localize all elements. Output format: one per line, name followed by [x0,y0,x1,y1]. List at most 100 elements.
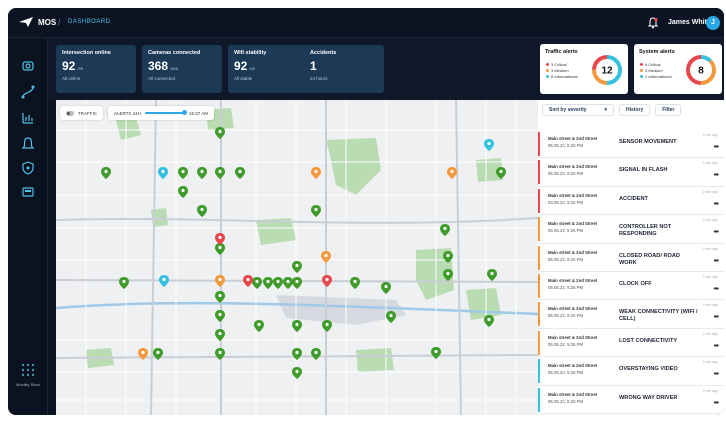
marker-critical [243,275,253,287]
avatar[interactable]: J [706,16,720,30]
list-item[interactable]: Main street & 2nd Street 05.05.22, 5:26 … [538,244,724,272]
kpi-title: Wifi stability [234,50,267,56]
alert-event: SIGNAL IN FLASH [619,167,668,174]
severity-bar [538,160,540,185]
route-icon[interactable] [20,84,36,100]
more-icon[interactable]: ••• [714,343,719,350]
kpi-sub: All stable [234,76,253,81]
traffic-alerts-card[interactable]: Traffic alerts 3 Critical 3 Medium 6 Inf… [540,44,628,94]
marker-ok [215,167,225,179]
more-icon[interactable]: ••• [714,229,719,236]
kpi-title: Intersection online [62,50,111,56]
alert-bell-icon[interactable] [20,136,36,152]
more-icon[interactable]: ••• [714,400,719,407]
intersection-icon[interactable] [20,58,36,74]
alert-ago: 2 min ago [702,161,718,166]
list-item[interactable]: Main street & 2nd Street 05.05.22, 5:26 … [538,329,724,358]
list-item[interactable]: Main street & 2nd Street 05.05.22, 5:26 … [538,386,724,414]
marker-ok [381,282,391,294]
alert-event: LOST CONNECTIVITY [619,337,678,344]
severity-bar [538,188,540,213]
marker-ok [443,269,453,281]
kpi-value: 1 [310,59,317,73]
marker-ok [263,277,273,289]
list-item[interactable]: Main street & 2nd Street 05.05.22, 5:26 … [538,300,724,329]
sort-dropdown[interactable]: Sort by severity ▾ [542,104,614,116]
list-item[interactable]: Main street & 2nd Street 05.05.22, 5:26 … [538,158,724,187]
list-item[interactable]: Main street & 2nd Street 03.05.22, 5:26 … [538,187,724,216]
logo[interactable]: MOS [18,16,56,28]
list-item[interactable]: Main street & 2nd Street 05.05.22, 5:26 … [538,357,724,386]
kpi-value: 92/95 [62,59,83,73]
system-alerts-card[interactable]: System alerts 4 Critical 3 Medium 1 Info… [634,44,722,94]
more-icon[interactable]: ••• [714,172,719,179]
marker-info [159,275,169,287]
more-icon[interactable]: ••• [714,144,719,151]
alert-ago: 2 min ago [702,189,718,194]
kpi-accidents[interactable]: Accidents 1 24 hours [304,45,384,93]
donut-count: 12 [601,66,613,77]
marker-medium [321,251,331,263]
list-item[interactable]: Main street & 2nd Street 05.05.22, 5:26 … [538,272,724,301]
marker-ok [252,277,262,289]
alert-location: Main street & 2nd Street [548,192,598,198]
alert-event: SENSOR MOVEMENT [619,139,677,145]
alert-ago: 2 min ago [702,331,718,336]
system-alerts-donut: 8 [686,55,716,85]
marker-info [484,139,494,151]
marker-ok [440,224,450,236]
kpi-intersections[interactable]: Intersection online 92/95 All online [56,45,136,93]
alert-ago: 2 min ago [702,360,718,365]
marker-ok [215,291,225,303]
severity-bar [538,330,540,355]
marker-ok [215,329,225,341]
marker-info [158,167,168,179]
app-name: MOS [38,17,57,27]
marker-ok [215,348,225,360]
legend: 3 Critical 3 Medium 6 Informational [546,62,577,80]
kpi-value: 92/95 [234,59,255,73]
alert-ago: 2 min ago [702,218,718,223]
traffic-alerts-donut: 12 [592,55,622,85]
marker-ok [292,348,302,360]
more-icon[interactable]: ••• [714,371,719,378]
bell-icon[interactable] [648,17,658,29]
alert-event: WRONG WAY DRIVER [619,394,678,401]
marker-ok [283,277,293,289]
more-icon[interactable]: ••• [714,286,719,293]
marker-ok [386,311,396,323]
marker-ok [431,347,441,359]
marker-ok [311,205,321,217]
alert-event: WEAK CONNECTIVITY (WIFI / CELL) [619,309,698,323]
alert-datetime: 05.05.22, 5:26 PM [548,228,584,234]
alert-datetime: 05.05.22, 5:26 PM [548,313,584,319]
list-item[interactable]: Main street & 2nd Street 05.05.22, 5:26 … [538,215,724,244]
alert-location: Main street & 2nd Street [548,334,598,340]
more-icon[interactable]: ••• [714,258,719,265]
apps-grid-icon[interactable] [21,363,35,377]
filter-button[interactable]: Filter [655,104,682,116]
list-item[interactable]: Main street & 2nd Street 05.05.22, 5:26 … [538,130,724,159]
marker-medium [138,348,148,360]
marker-ok [197,205,207,217]
shield-icon[interactable] [20,160,36,176]
camera-icon[interactable] [20,184,36,200]
chart-icon[interactable] [20,110,36,126]
marker-ok [215,310,225,322]
more-icon[interactable]: ••• [714,201,719,208]
more-icon[interactable]: ••• [714,314,719,321]
alert-ago: 2 min ago [702,303,718,308]
user-name[interactable]: James White [668,19,711,26]
history-button[interactable]: History [619,104,651,116]
alert-datetime: 03.05.22, 5:26 PM [548,199,584,205]
alert-location: Main street & 2nd Street [548,391,598,397]
traffic-map[interactable]: TRAFFIC ALERTS 24H 15:37 AM [56,100,538,415]
severity-bar [538,359,540,384]
breadcrumb[interactable]: DASHBOARD [68,19,111,25]
marker-ok [178,167,188,179]
alerts-panel: Sort by severity ▾ History Filter Main s… [538,100,724,415]
kpi-wifi[interactable]: Wifi stability 92/95 All stable [228,45,308,93]
alert-event: CLOCK OFF [619,280,652,287]
kpi-cameras[interactable]: Cameras connected 368/368 All connected [142,45,222,93]
alert-location: Main street & 2nd Street [548,249,598,255]
